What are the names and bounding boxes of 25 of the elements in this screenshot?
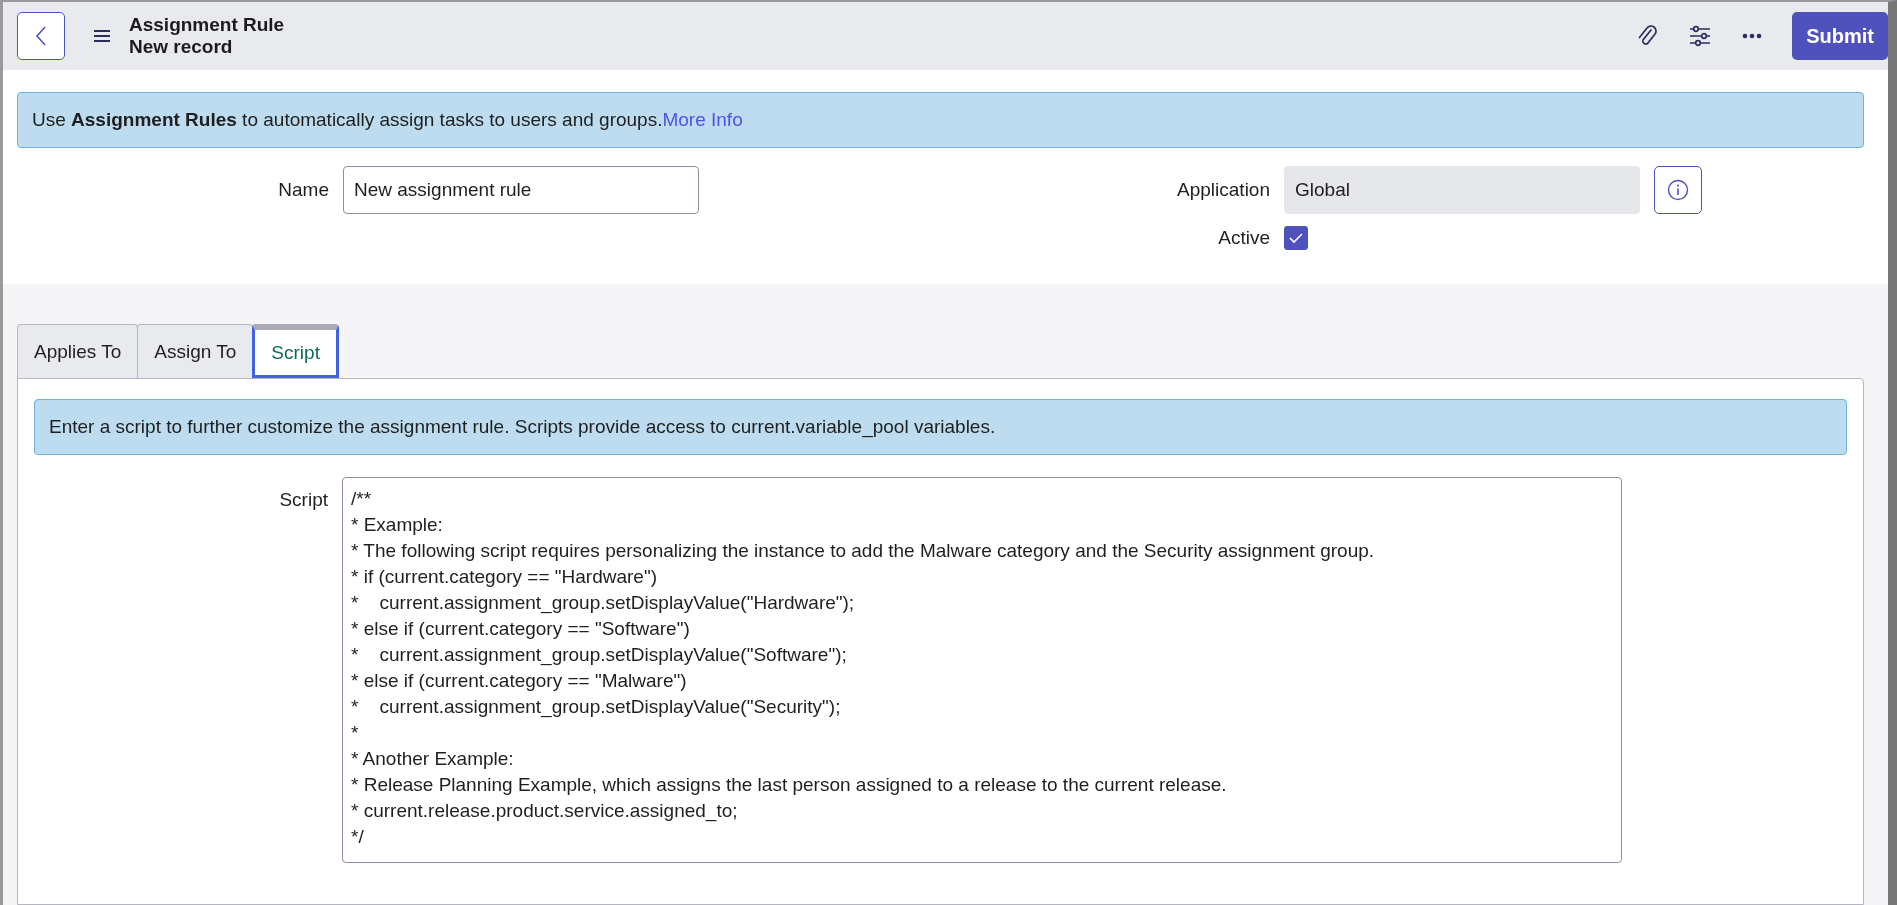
submit-button[interactable]: Submit <box>1792 12 1888 60</box>
tab[interactable]: Script <box>252 324 339 378</box>
back-button[interactable] <box>17 12 65 60</box>
record-title: Assignment Rule <box>129 14 285 36</box>
check-icon <box>1288 232 1304 244</box>
name-field[interactable]: New assignment rule <box>343 166 699 214</box>
record-subtitle: New record <box>129 36 234 58</box>
sliders-icon[interactable] <box>1688 25 1713 47</box>
field-label: Script <box>278 488 328 511</box>
info-button[interactable] <box>1654 166 1702 214</box>
more-icon[interactable] <box>1742 33 1763 39</box>
more-info-link[interactable]: More Info <box>662 109 743 131</box>
application-field: Global <box>1284 166 1640 214</box>
field-label: Name <box>277 179 329 201</box>
script-info-banner: Enter a script to further customize the assignment rule. Scripts provide access to current.variable_pool variables. <box>34 399 1847 455</box>
tab[interactable]: Applies To <box>17 324 139 378</box>
field-label: Application <box>1176 179 1270 201</box>
menu-icon[interactable] <box>93 29 111 43</box>
script-field[interactable]: /** * Example: * The following script requires personalizing the instance to add the Malware category and the Security assignment group. * if (current.category == "Hardware") * current.assignment_group.setDisplayValue("Hardware"); * else if (current.category == "Software") * current.assignment_group.setDisplayValue("Software"); * else if (current.category == "Malware") * current.assignment_group.setDisplayValue("Security"); * * Another Example: * Release Planning Example, which assigns the last person assigned to a release to the current release. * current.release.product.service.assigned_to; */ <box>342 477 1622 863</box>
active-checkbox[interactable] <box>1284 226 1308 250</box>
info-message: Use Assignment Rules to automatically assign tasks to users and groups. <box>32 109 663 131</box>
tab[interactable]: Assign To <box>137 324 254 378</box>
info-icon <box>1667 179 1689 201</box>
field-label: Active <box>1217 227 1270 249</box>
chevron-left-icon <box>34 25 48 47</box>
